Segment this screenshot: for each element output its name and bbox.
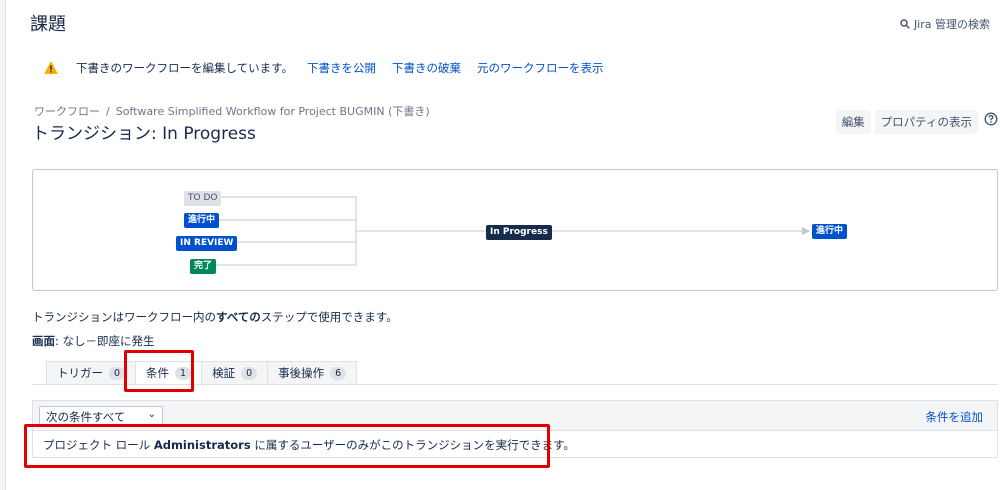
tab-label: 事後操作 [278, 366, 325, 380]
publish-draft-link[interactable]: 下書きを公開 [307, 60, 376, 76]
view-properties-button[interactable]: プロパティの表示 [874, 110, 978, 134]
status-in-review[interactable]: IN REVIEW [176, 236, 238, 251]
draft-message: 下書きのワークフローを編集しています。 [76, 61, 294, 75]
condition-group-value: 次の条件すべて [46, 410, 126, 424]
transition-tabs: トリガー 0 条件 1 検証 0 事後操作 6 [46, 361, 358, 384]
tab-count: 6 [330, 366, 347, 380]
status-done[interactable]: 完了 [190, 259, 217, 274]
tab-count: 0 [109, 366, 126, 380]
status-target[interactable]: 進行中 [812, 224, 848, 239]
page-title: トランジション: In Progress [32, 124, 256, 144]
info-prefix: トランジションはワークフロー内の [32, 310, 216, 324]
screen-value: : なし－即座に発生 [55, 334, 155, 348]
transition-label[interactable]: In Progress [486, 225, 552, 240]
breadcrumb-workflows[interactable]: ワークフロー [34, 105, 100, 118]
screen-label: 画面 [32, 334, 55, 348]
transition-info: トランジションはワークフロー内のすべてのステップで使用できます。 [32, 309, 398, 325]
screen-info: 画面: なし－即座に発生 [32, 333, 155, 349]
edit-button[interactable]: 編集 [835, 110, 871, 134]
admin-search-label: Jira 管理の検索 [913, 18, 990, 31]
info-suffix: ステップで使用できます。 [260, 310, 398, 324]
search-icon [900, 19, 910, 29]
left-sidebar-edge [0, 0, 6, 490]
condition-group-select[interactable]: 次の条件すべて ⌄ [39, 406, 163, 426]
admin-search-link[interactable]: Jira 管理の検索 [900, 16, 990, 32]
page-heading: 課題 [30, 14, 66, 35]
action-buttons: 編集 プロパティの表示 [835, 110, 978, 134]
breadcrumb: ワークフロー / Software Simplified Workflow for … [34, 103, 430, 119]
tab-validators[interactable]: 検証 0 [201, 361, 269, 384]
tab-post-functions[interactable]: 事後操作 6 [267, 361, 358, 384]
status-todo[interactable]: TO DO [184, 191, 222, 206]
warning-icon [44, 61, 58, 74]
breadcrumb-current[interactable]: Software Simplified Workflow for Project… [116, 105, 430, 118]
discard-draft-link[interactable]: 下書きの破棄 [392, 60, 461, 76]
transition-diagram: TO DO 進行中 IN REVIEW 完了 In Progress 進行中 [32, 169, 998, 291]
tab-triggers[interactable]: トリガー 0 [46, 361, 137, 384]
help-icon[interactable] [984, 112, 998, 126]
tab-label: 検証 [212, 366, 236, 380]
info-bold: すべての [216, 310, 261, 324]
breadcrumb-separator: / [106, 105, 110, 118]
highlight-box-conditions-tab [124, 350, 194, 392]
highlight-box-condition-row [24, 424, 550, 468]
draft-warning-bar: 下書きのワークフローを編集しています。 下書きを公開 下書きの破棄 元のワークフ… [44, 60, 620, 76]
chevron-down-icon: ⌄ [147, 409, 156, 420]
tab-count: 0 [241, 366, 258, 380]
add-condition-link[interactable]: 条件を追加 [926, 409, 984, 425]
view-original-link[interactable]: 元のワークフローを表示 [477, 60, 604, 76]
status-in-progress[interactable]: 進行中 [184, 213, 220, 228]
tab-label: トリガー [57, 366, 103, 380]
